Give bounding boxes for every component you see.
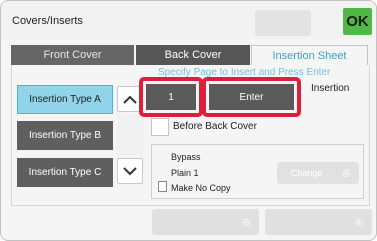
plus-icon: ⊕ bbox=[341, 167, 351, 180]
copy-setting: Make No Copy bbox=[171, 183, 231, 193]
footer-button-left[interactable]: ⊕ bbox=[152, 209, 259, 235]
tab-back-cover[interactable]: Back Cover bbox=[136, 45, 250, 65]
insertion-label: Insertion bbox=[311, 83, 350, 94]
covers-inserts-dialog: Covers/Inserts OK Front Cover Back Cover… bbox=[0, 0, 377, 241]
chevron-up-icon bbox=[123, 95, 137, 104]
copy-icon bbox=[158, 181, 167, 192]
title-bar: Covers/Inserts OK bbox=[1, 1, 376, 39]
tab-front-cover[interactable]: Front Cover bbox=[11, 45, 134, 65]
change-button[interactable]: Change ⊕ bbox=[277, 162, 359, 184]
enter-button[interactable]: Enter bbox=[209, 84, 294, 110]
insertion-type-c-button[interactable]: Insertion Type C bbox=[17, 158, 113, 187]
tray-source: Bypass bbox=[171, 152, 201, 162]
insertion-type-a-button[interactable]: Insertion Type A bbox=[17, 85, 113, 114]
plus-icon: ⊕ bbox=[354, 216, 364, 229]
scroll-down-button[interactable] bbox=[117, 158, 143, 184]
window-title: Covers/Inserts bbox=[12, 15, 83, 27]
plus-icon: ⊕ bbox=[241, 216, 251, 229]
paper-type: Plain 1 bbox=[171, 168, 199, 178]
footer-button-right[interactable]: ⊕ bbox=[265, 209, 372, 235]
before-back-cover-checkbox[interactable] bbox=[151, 118, 169, 136]
before-back-cover-label: Before Back Cover bbox=[173, 121, 257, 132]
scroll-track[interactable] bbox=[117, 114, 143, 155]
ok-button[interactable]: OK bbox=[343, 8, 372, 35]
change-label: Change bbox=[291, 168, 323, 178]
header-button[interactable] bbox=[255, 10, 311, 36]
page-number-input[interactable]: 1 bbox=[146, 84, 196, 110]
insertion-type-b-button[interactable]: Insertion Type B bbox=[17, 121, 113, 150]
tab-insertion-sheet[interactable]: Insertion Sheet bbox=[251, 45, 368, 65]
chevron-down-icon bbox=[123, 167, 137, 176]
